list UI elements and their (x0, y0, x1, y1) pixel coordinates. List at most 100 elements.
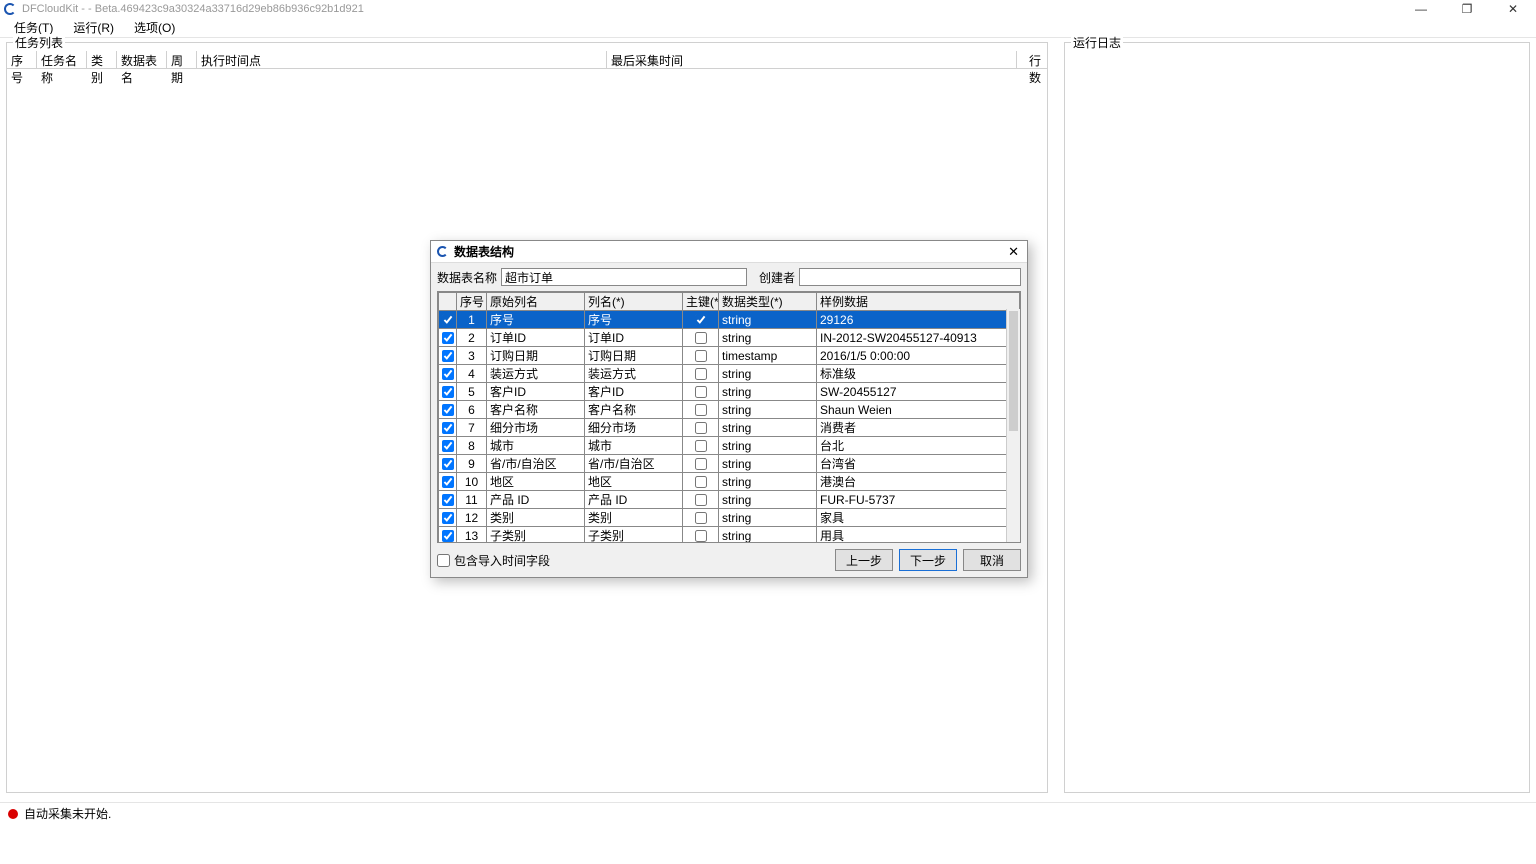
row-name[interactable]: 类别 (585, 509, 683, 527)
row-include-checkbox[interactable] (442, 440, 454, 452)
grid-row[interactable]: 2订单ID订单IDstringIN-2012-SW20455127-40913 (439, 329, 1020, 347)
row-pk-checkbox[interactable] (695, 530, 707, 542)
grid-row[interactable]: 8城市城市string台北 (439, 437, 1020, 455)
grid-header-orig[interactable]: 原始列名 (487, 293, 585, 311)
row-include-checkbox[interactable] (442, 494, 454, 506)
grid-row[interactable]: 10地区地区string港澳台 (439, 473, 1020, 491)
row-type[interactable]: string (719, 329, 817, 347)
row-pk-checkbox[interactable] (695, 314, 707, 326)
row-pk-checkbox[interactable] (695, 368, 707, 380)
row-pk-checkbox[interactable] (695, 386, 707, 398)
col-seq[interactable]: 序号 (7, 51, 37, 68)
row-name[interactable]: 产品 ID (585, 491, 683, 509)
menu-run[interactable]: 运行(R) (63, 17, 124, 38)
col-cycle[interactable]: 周期 (167, 51, 197, 68)
grid-row[interactable]: 4装运方式装运方式string标准级 (439, 365, 1020, 383)
row-type[interactable]: string (719, 365, 817, 383)
grid-header-name[interactable]: 列名(*) (585, 293, 683, 311)
menu-options[interactable]: 选项(O) (124, 17, 185, 38)
row-include-checkbox[interactable] (442, 386, 454, 398)
col-last[interactable]: 最后采集时间 (607, 51, 1017, 68)
row-include-checkbox[interactable] (442, 314, 454, 326)
grid-header-seq[interactable]: 序号 (457, 293, 487, 311)
row-type[interactable]: string (719, 419, 817, 437)
row-include-checkbox[interactable] (442, 350, 454, 362)
row-name[interactable]: 细分市场 (585, 419, 683, 437)
row-name[interactable]: 省/市/自治区 (585, 455, 683, 473)
grid-header-sample[interactable]: 样例数据 (817, 293, 1020, 311)
row-include-checkbox[interactable] (442, 458, 454, 470)
row-type[interactable]: string (719, 311, 817, 329)
maximize-button[interactable]: ❐ (1444, 0, 1490, 18)
grid-row[interactable]: 12类别类别string家具 (439, 509, 1020, 527)
grid-scrollbar[interactable] (1006, 309, 1020, 542)
grid-row[interactable]: 5客户ID客户IDstringSW-20455127 (439, 383, 1020, 401)
row-include-checkbox[interactable] (442, 422, 454, 434)
include-time-checkbox[interactable] (437, 554, 450, 567)
row-sample: Shaun Weien (817, 401, 1020, 419)
dialog-form: 数据表名称 创建者 (431, 263, 1027, 291)
row-name[interactable]: 地区 (585, 473, 683, 491)
row-name[interactable]: 序号 (585, 311, 683, 329)
cancel-button[interactable]: 取消 (963, 549, 1021, 571)
row-type[interactable]: string (719, 455, 817, 473)
row-include-checkbox[interactable] (442, 332, 454, 344)
row-type[interactable]: string (719, 509, 817, 527)
grid-row[interactable]: 6客户名称客户名称stringShaun Weien (439, 401, 1020, 419)
row-pk-checkbox[interactable] (695, 512, 707, 524)
grid-scrollbar-thumb[interactable] (1009, 311, 1018, 431)
include-time-checkbox-wrap[interactable]: 包含导入时间字段 (437, 552, 550, 569)
col-rows[interactable]: 行数 (1017, 51, 1047, 68)
row-type[interactable]: string (719, 527, 817, 543)
row-pk-checkbox[interactable] (695, 404, 707, 416)
row-seq: 7 (457, 419, 487, 437)
row-include-checkbox[interactable] (442, 530, 454, 542)
col-dtab[interactable]: 数据表名 (117, 51, 167, 68)
next-button[interactable]: 下一步 (899, 549, 957, 571)
row-name[interactable]: 城市 (585, 437, 683, 455)
col-time[interactable]: 执行时间点 (197, 51, 607, 68)
row-name[interactable]: 订购日期 (585, 347, 683, 365)
grid-header-type[interactable]: 数据类型(*) (719, 293, 817, 311)
row-pk-checkbox[interactable] (695, 458, 707, 470)
col-name[interactable]: 任务名称 (37, 51, 87, 68)
minimize-button[interactable]: — (1398, 0, 1444, 18)
row-sample: 台湾省 (817, 455, 1020, 473)
grid-header-check[interactable] (439, 293, 457, 311)
row-pk-checkbox[interactable] (695, 422, 707, 434)
row-include-checkbox[interactable] (442, 512, 454, 524)
creator-input[interactable] (799, 268, 1021, 286)
row-name[interactable]: 订单ID (585, 329, 683, 347)
row-name[interactable]: 子类别 (585, 527, 683, 543)
dialog-close-button[interactable]: ✕ (1008, 244, 1019, 260)
grid-row[interactable]: 9省/市/自治区省/市/自治区string台湾省 (439, 455, 1020, 473)
row-type[interactable]: string (719, 383, 817, 401)
row-include-checkbox[interactable] (442, 368, 454, 380)
row-pk-checkbox[interactable] (695, 476, 707, 488)
grid-header-pk[interactable]: 主键(*) (683, 293, 719, 311)
grid-row[interactable]: 11产品 ID产品 IDstringFUR-FU-5737 (439, 491, 1020, 509)
row-pk-checkbox[interactable] (695, 350, 707, 362)
row-type[interactable]: string (719, 401, 817, 419)
prev-button[interactable]: 上一步 (835, 549, 893, 571)
close-button[interactable]: ✕ (1490, 0, 1536, 18)
grid-row[interactable]: 1序号序号string29126 (439, 311, 1020, 329)
row-name[interactable]: 客户ID (585, 383, 683, 401)
row-pk-checkbox[interactable] (695, 332, 707, 344)
row-include-checkbox[interactable] (442, 404, 454, 416)
row-name[interactable]: 客户名称 (585, 401, 683, 419)
grid-row[interactable]: 3订购日期订购日期timestamp2016/1/5 0:00:00 (439, 347, 1020, 365)
row-name[interactable]: 装运方式 (585, 365, 683, 383)
row-type[interactable]: timestamp (719, 347, 817, 365)
row-type[interactable]: string (719, 491, 817, 509)
col-cat[interactable]: 类别 (87, 51, 117, 68)
row-pk-checkbox[interactable] (695, 494, 707, 506)
grid-row[interactable]: 13子类别子类别string用具 (439, 527, 1020, 543)
row-include-checkbox[interactable] (442, 476, 454, 488)
row-pk-checkbox[interactable] (695, 440, 707, 452)
row-type[interactable]: string (719, 473, 817, 491)
grid-row[interactable]: 7细分市场细分市场string消费者 (439, 419, 1020, 437)
table-name-input[interactable] (501, 268, 747, 286)
row-type[interactable]: string (719, 437, 817, 455)
row-seq: 4 (457, 365, 487, 383)
